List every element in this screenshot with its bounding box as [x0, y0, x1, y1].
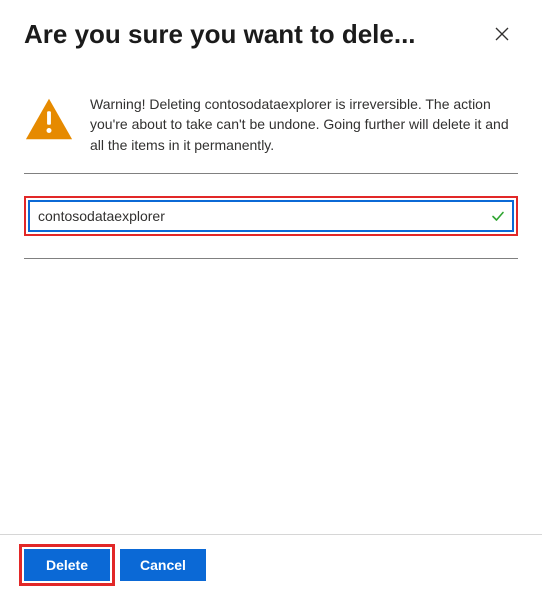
confirm-input-wrapper — [24, 196, 518, 236]
warning-triangle-icon — [24, 96, 74, 142]
dialog-title: Are you sure you want to dele... — [24, 19, 474, 50]
close-icon — [495, 27, 509, 41]
warning-block: Warning! Deleting contosodataexplorer is… — [24, 76, 518, 173]
dialog-content: Warning! Deleting contosodataexplorer is… — [0, 64, 542, 534]
delete-button[interactable]: Delete — [24, 549, 110, 581]
close-button[interactable] — [486, 18, 518, 50]
divider — [24, 258, 518, 259]
dialog-header: Are you sure you want to dele... — [0, 0, 542, 64]
dialog-footer: Delete Cancel — [0, 534, 542, 599]
confirm-name-input[interactable] — [28, 200, 514, 232]
warning-message: Warning! Deleting contosodataexplorer is… — [90, 94, 518, 155]
cancel-button[interactable]: Cancel — [120, 549, 206, 581]
divider — [24, 173, 518, 174]
